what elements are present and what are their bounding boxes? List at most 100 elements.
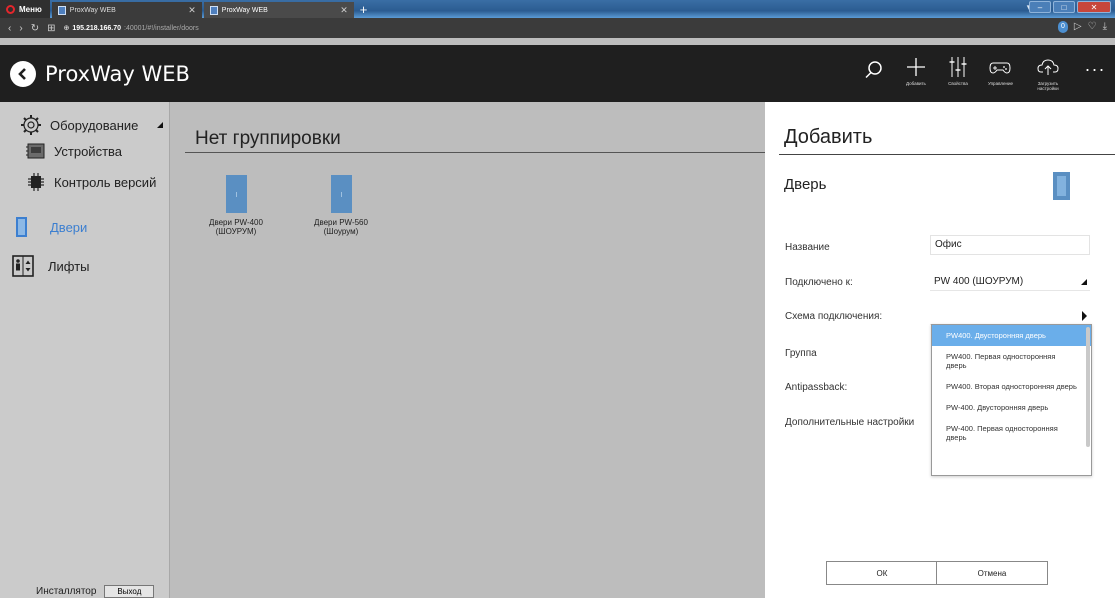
dropdown-option[interactable]: PW400. Первая односторонняя дверь (932, 346, 1091, 376)
gear-icon (21, 115, 41, 135)
sidebar-item-label: Устройства (54, 143, 123, 159)
ellipsis-icon: ··· (1084, 59, 1106, 79)
url-path: :40001/#!/installer/doors (124, 24, 199, 32)
forward-nav-icon[interactable]: › (19, 23, 22, 34)
control-label: Управление (987, 81, 1013, 86)
sidebar-item-elevators[interactable]: Лифты (12, 255, 90, 277)
upload-settings-button[interactable]: Загрузить настройки (1031, 55, 1065, 91)
door-tile[interactable]: Двери PW-560 (Шоурум) (296, 175, 386, 236)
speed-dial-icon[interactable]: ⊞ (47, 23, 55, 34)
door-tile[interactable]: Двери PW-400 (ШОУРУМ) (191, 175, 281, 236)
close-tab-icon[interactable]: ✕ (340, 5, 348, 16)
app-header: ProxWay WEB Добавить Свойства Управление… (0, 45, 1115, 102)
dropdown-scrollbar[interactable] (1086, 327, 1090, 447)
more-button[interactable]: ··· (1083, 55, 1107, 83)
scheme-dropdown-list: PW400. Двусторонняя дверь PW400. Первая … (931, 324, 1092, 476)
sidebar-item-doors[interactable]: Двери (14, 216, 87, 238)
extra-settings-label: Дополнительные настройки (785, 417, 915, 428)
chip-icon (28, 173, 44, 191)
sliders-icon (949, 57, 967, 77)
download-icon[interactable]: ⤓ (1103, 21, 1107, 33)
browser-tab[interactable]: ProxWay WEB ✕ (51, 2, 202, 18)
dropdown-arrow-icon (1082, 311, 1087, 321)
scheme-label: Схема подключения: (785, 311, 883, 322)
door-icon (225, 175, 247, 213)
browser-menu-button[interactable]: Меню (0, 0, 50, 18)
gamepad-icon (989, 62, 1011, 74)
maximize-icon[interactable]: □ (1053, 1, 1075, 13)
window-controls: – □ ✕ (1029, 1, 1111, 13)
upload-settings-label: Загрузить настройки (1037, 81, 1059, 91)
door-icon (330, 175, 352, 213)
group-title: Нет группировки (195, 128, 341, 149)
browser-menu-label: Меню (19, 4, 42, 14)
sidebar-item-label: Контроль версий (54, 174, 157, 190)
back-button[interactable] (10, 60, 36, 87)
sidebar-item-version-control[interactable]: Контроль версий (26, 172, 156, 192)
logout-button[interactable]: Выход (104, 584, 155, 598)
play-icon[interactable]: ▷ (1074, 21, 1082, 33)
sidebar-item-devices[interactable]: Устройства (26, 142, 122, 160)
minimize-icon[interactable]: – (1029, 1, 1051, 13)
add-button[interactable]: Добавить (904, 55, 928, 86)
url-host: 195.218.166.70 (72, 24, 122, 32)
ok-button[interactable]: ОК (826, 561, 938, 585)
collapse-caret-icon[interactable] (157, 122, 163, 128)
user-role: Инсталлятор (36, 585, 97, 597)
plus-icon (906, 58, 925, 76)
browser-tab-title: ProxWay WEB (69, 6, 116, 14)
group-label: Группа (785, 348, 817, 359)
add-panel: Добавить Дверь Название Офис Подключено … (765, 102, 1115, 598)
turbo-badge[interactable]: 0 (1058, 21, 1068, 33)
dropdown-option[interactable]: PW400. Вторая односторонняя дверь (932, 376, 1091, 397)
add-label: Добавить (906, 81, 926, 86)
browser-tab-active[interactable]: ProxWay WEB ✕ (203, 2, 354, 18)
name-label: Название (785, 242, 830, 253)
scheme-select[interactable] (930, 306, 1090, 325)
properties-label: Свойства (948, 81, 968, 86)
properties-button[interactable]: Свойства (946, 55, 970, 86)
sidebar-item-equipment[interactable]: Оборудование (20, 114, 138, 136)
connected-to-value: PW 400 (ШОУРУМ) (934, 276, 1024, 287)
window-close-icon[interactable]: ✕ (1077, 1, 1111, 13)
globe-icon: ⊕ (63, 25, 70, 32)
sidebar: Оборудование Устройства Контроль версий … (0, 102, 170, 598)
proxway-favicon-icon (209, 5, 218, 15)
url-field[interactable]: ⊕ 195.218.166.70:40001/#!/installer/door… (63, 24, 199, 33)
name-input[interactable]: Офис (930, 235, 1090, 255)
cancel-button[interactable]: Отмена (936, 561, 1048, 585)
sidebar-footer: Инсталлятор Выход (0, 584, 155, 598)
connected-to-select[interactable]: PW 400 (ШОУРУМ) (930, 272, 1090, 291)
control-button[interactable]: Управление (988, 55, 1013, 86)
search-icon (865, 61, 882, 79)
controller-board-icon (26, 143, 45, 159)
chevron-left-icon (18, 67, 26, 80)
app-title: ProxWay WEB (45, 61, 190, 86)
browser-tabstrip: Меню ProxWay WEB ✕ ProxWay WEB ✕ + ▼ – □… (0, 0, 1115, 18)
antipassback-label: Antipassback: (785, 382, 848, 393)
close-tab-icon[interactable]: ✕ (188, 5, 196, 16)
search-button[interactable] (862, 55, 886, 85)
door-label: Двери PW-560 (Шоурум) (314, 218, 368, 236)
panel-title: Добавить (784, 126, 873, 148)
dropdown-option[interactable]: PW400. Двусторонняя дверь (932, 325, 1091, 346)
connected-to-label: Подключено к: (785, 277, 853, 288)
sidebar-item-label: Оборудование (50, 117, 139, 133)
reload-icon[interactable]: ↻ (31, 23, 39, 34)
group-divider (185, 152, 765, 153)
elevator-icon (12, 255, 34, 277)
door-icon (1053, 172, 1070, 200)
browser-tab-title: ProxWay WEB (221, 6, 268, 14)
panel-subtitle: Дверь (784, 176, 827, 193)
browser-addressbar: ‹ › ↻ ⊞ ⊕ 195.218.166.70:40001/#!/instal… (0, 18, 1115, 38)
dropdown-option[interactable]: PW-400. Двусторонняя дверь (932, 397, 1091, 418)
door-icon (16, 217, 27, 237)
dropdown-arrow-icon (1081, 279, 1087, 285)
back-nav-icon[interactable]: ‹ (8, 23, 11, 34)
heart-icon[interactable]: ♡ (1088, 21, 1097, 33)
dropdown-option[interactable]: PW-400. Первая односторонняя дверь (932, 418, 1091, 448)
new-tab-icon[interactable]: + (354, 2, 374, 18)
sidebar-item-label: Лифты (48, 258, 90, 274)
sidebar-item-label: Двери (50, 219, 88, 235)
toolbar: Добавить Свойства Управление Загрузить н… (862, 55, 1107, 91)
